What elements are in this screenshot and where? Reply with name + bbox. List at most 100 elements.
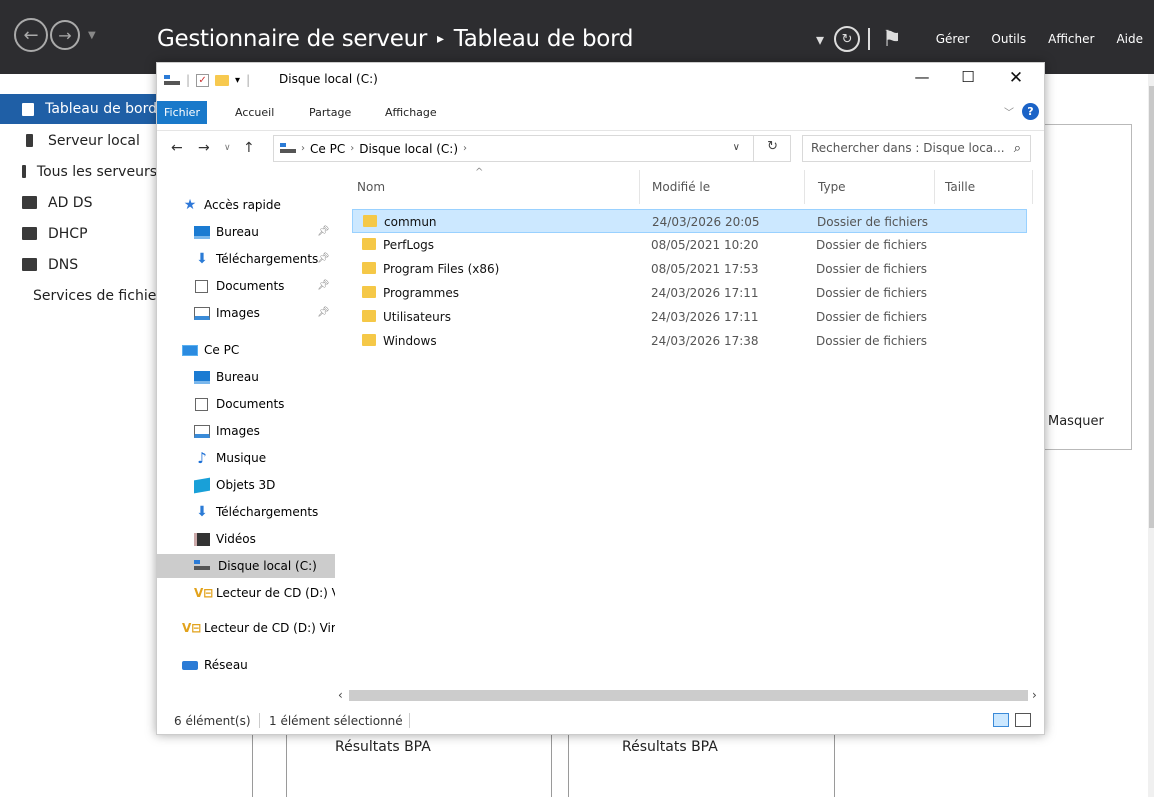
- file-row-programmes[interactable]: Programmes 24/03/2026 17:11 Dossier de fic…: [352, 281, 1027, 305]
- maximize-icon[interactable]: ☐: [945, 68, 991, 90]
- menu-afficher[interactable]: Afficher: [1048, 32, 1094, 46]
- tree-item-reseau[interactable]: Réseau: [182, 653, 332, 677]
- file-row-utilisateurs[interactable]: Utilisateurs 24/03/2026 17:11 Dossier de f…: [352, 305, 1027, 329]
- cd-drive-icon: V⊟: [182, 620, 202, 635]
- tree-item-documents-pinned[interactable]: Documents: [194, 274, 334, 298]
- forward-arrow-icon[interactable]: →: [50, 20, 80, 50]
- hide-link[interactable]: Masquer: [1048, 414, 1104, 429]
- sm-scrollbar-thumb[interactable]: [1149, 86, 1154, 528]
- sidebar-item-all-servers[interactable]: Tous les serveurs: [0, 156, 157, 187]
- explorer-titlebar[interactable]: | ✓ ▾ | Disque local (C:) — ☐ ✕: [157, 63, 1044, 95]
- chevron-right-icon[interactable]: ›: [463, 143, 467, 154]
- toolbar-divider: |: [246, 73, 251, 87]
- scroll-left-icon[interactable]: ‹: [338, 688, 343, 702]
- tile-border: [551, 735, 552, 797]
- sidebar-item-local-server[interactable]: Serveur local: [0, 125, 157, 156]
- drive-icon: [280, 143, 296, 154]
- scrollbar-thumb[interactable]: [349, 690, 1028, 701]
- minimize-icon[interactable]: —: [899, 68, 945, 90]
- history-dropdown-icon[interactable]: ▼: [88, 30, 96, 41]
- breadcrumb-drive[interactable]: Disque local (C:): [359, 142, 458, 156]
- refresh-icon[interactable]: ↻: [767, 139, 778, 154]
- tree-item-objets-3d[interactable]: Objets 3D: [194, 473, 334, 497]
- pin-icon[interactable]: 📌︎: [317, 307, 330, 318]
- tab-accueil[interactable]: Accueil: [226, 101, 283, 124]
- bpa-results-label[interactable]: Résultats BPA: [335, 739, 431, 755]
- tree-item-videos[interactable]: Vidéos: [194, 527, 334, 551]
- tree-item-cd-drive-root[interactable]: V⊟ Lecteur de CD (D:) Vir: [182, 616, 335, 640]
- column-divider[interactable]: [639, 170, 640, 204]
- tree-item-bureau-pinned[interactable]: Bureau: [194, 220, 334, 244]
- menu-gerer[interactable]: Gérer: [936, 32, 970, 46]
- file-row-perflogs[interactable]: PerfLogs 08/05/2021 10:20 Dossier de fichi…: [352, 233, 1027, 257]
- address-bar[interactable]: › Ce PC › Disque local (C:) › ∨ ↻: [273, 135, 791, 162]
- refresh-icon[interactable]: ↻: [834, 26, 861, 52]
- file-row-commun[interactable]: commun 24/03/2026 20:05 Dossier de fichier…: [352, 209, 1027, 233]
- column-header-name[interactable]: Nom ^: [357, 164, 652, 208]
- dashboard-icon: [22, 102, 35, 116]
- breadcrumb-ce-pc[interactable]: Ce PC: [310, 142, 345, 156]
- file-row-windows[interactable]: Windows 24/03/2026 17:38 Dossier de fichie…: [352, 329, 1027, 353]
- expand-ribbon-icon[interactable]: ﹀: [1004, 104, 1014, 119]
- sm-dropdown-icon[interactable]: ▾: [816, 30, 824, 49]
- pin-icon[interactable]: 📌︎: [317, 226, 330, 237]
- scroll-right-icon[interactable]: ›: [1032, 688, 1037, 702]
- tree-item-bureau[interactable]: Bureau: [194, 365, 334, 389]
- close-icon[interactable]: ✕: [993, 68, 1039, 90]
- sidebar-item-dns[interactable]: DNS: [0, 249, 157, 280]
- properties-icon[interactable]: ✓: [196, 73, 210, 87]
- tab-partage[interactable]: Partage: [300, 101, 360, 124]
- search-input[interactable]: Rechercher dans : Disque loca... ⌕: [802, 135, 1031, 162]
- file-name: Utilisateurs: [383, 310, 451, 324]
- back-arrow-icon[interactable]: ←: [14, 18, 48, 52]
- recent-locations-icon[interactable]: ∨: [224, 143, 231, 153]
- file-modified: 24/03/2026 20:05: [652, 215, 760, 229]
- pin-icon[interactable]: 📌︎: [317, 253, 330, 264]
- back-icon[interactable]: ←: [171, 140, 183, 156]
- column-header-type[interactable]: Type: [818, 164, 938, 208]
- tree-item-images[interactable]: Images: [194, 419, 334, 443]
- up-icon[interactable]: ↑: [243, 140, 255, 156]
- chevron-right-icon[interactable]: ›: [301, 143, 305, 154]
- file-row-program-files-x86[interactable]: Program Files (x86) 08/05/2021 17:53 Dossi…: [352, 257, 1027, 281]
- tree-item-images-pinned[interactable]: Images: [194, 301, 334, 325]
- tree-item-musique[interactable]: ♪ Musique: [194, 446, 334, 470]
- new-folder-icon[interactable]: [215, 74, 230, 86]
- customize-dropdown-icon[interactable]: ▾: [235, 75, 240, 86]
- sidebar-item-dhcp[interactable]: DHCP: [0, 218, 157, 249]
- address-dropdown-icon[interactable]: ∨: [733, 142, 740, 153]
- details-view-icon[interactable]: [993, 713, 1009, 727]
- column-header-size[interactable]: Taille: [945, 164, 1025, 208]
- sidebar-item-file-services[interactable]: Services de fichiers: [0, 280, 157, 311]
- help-icon[interactable]: ?: [1022, 103, 1039, 120]
- selection-count: 1 élément sélectionné: [269, 714, 403, 728]
- forward-icon[interactable]: →: [198, 140, 210, 156]
- sm-scrollbar[interactable]: [1148, 74, 1154, 797]
- tree-item-label: Documents: [216, 279, 285, 293]
- tree-item-ce-pc[interactable]: Ce PC: [182, 338, 332, 362]
- column-divider[interactable]: [934, 170, 935, 204]
- tree-item-documents[interactable]: Documents: [194, 392, 334, 416]
- column-divider[interactable]: [1032, 170, 1033, 204]
- tab-fichier[interactable]: Fichier: [157, 101, 207, 124]
- sidebar-item-ad-ds[interactable]: AD DS: [0, 187, 157, 218]
- large-icons-view-icon[interactable]: [1015, 713, 1031, 727]
- tree-item-quick-access[interactable]: ★ Accès rapide: [182, 193, 332, 217]
- tree-item-cd-drive[interactable]: V⊟ Lecteur de CD (D:) Vi: [194, 581, 335, 605]
- tree-item-label: Lecteur de CD (D:) Vi: [216, 586, 335, 600]
- tab-affichage[interactable]: Affichage: [376, 101, 446, 124]
- tree-item-local-disk[interactable]: Disque local (C:): [157, 554, 335, 578]
- pin-icon[interactable]: 📌︎: [317, 280, 330, 291]
- bpa-results-label[interactable]: Résultats BPA: [622, 739, 718, 755]
- notifications-flag-icon[interactable]: ⚑: [882, 27, 902, 52]
- address-divider: [753, 136, 754, 161]
- chevron-right-icon[interactable]: ›: [350, 143, 354, 154]
- menu-aide[interactable]: Aide: [1116, 32, 1143, 46]
- column-divider[interactable]: [804, 170, 805, 204]
- menu-outils[interactable]: Outils: [991, 32, 1026, 46]
- tree-item-downloads[interactable]: ⬇ Téléchargements: [194, 500, 334, 524]
- column-header-modified[interactable]: Modifié le: [652, 164, 812, 208]
- horizontal-scrollbar[interactable]: ‹ ›: [335, 687, 1045, 704]
- sidebar-item-dashboard[interactable]: Tableau de bord: [0, 94, 157, 124]
- tree-item-downloads-pinned[interactable]: ⬇ Téléchargements: [194, 247, 334, 271]
